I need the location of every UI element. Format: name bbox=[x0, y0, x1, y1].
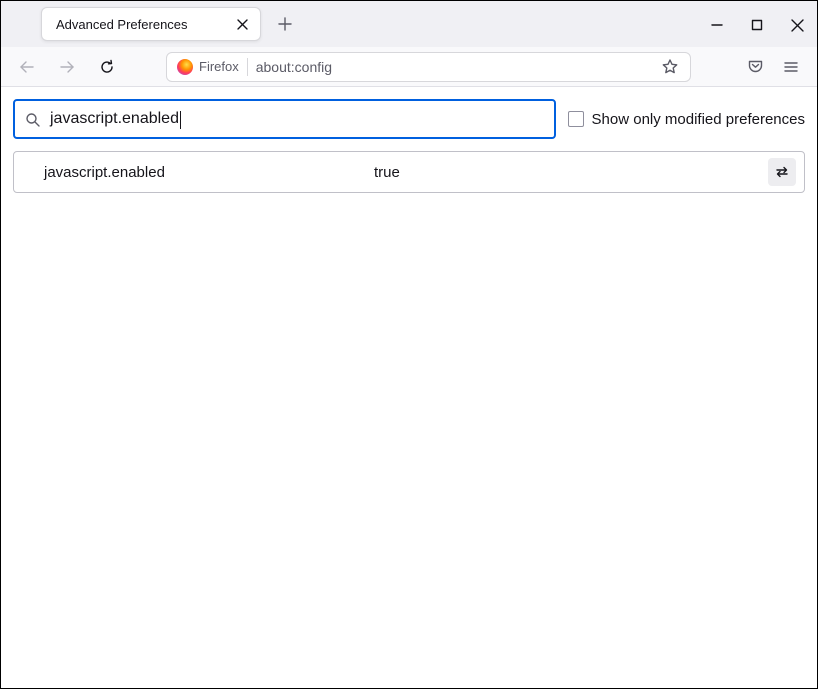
star-icon bbox=[661, 58, 679, 76]
toggle-preference-button[interactable] bbox=[768, 158, 796, 186]
show-only-modified-label: Show only modified preferences bbox=[592, 111, 805, 128]
reload-icon bbox=[99, 59, 115, 75]
toggle-icon bbox=[774, 164, 790, 180]
tab-title: Advanced Preferences bbox=[56, 17, 224, 32]
url-text: about:config bbox=[256, 59, 648, 75]
maximize-window-button[interactable] bbox=[737, 11, 777, 39]
search-icon bbox=[25, 112, 40, 127]
new-tab-button[interactable] bbox=[271, 10, 299, 38]
browser-tab[interactable]: Advanced Preferences bbox=[41, 7, 261, 41]
plus-icon bbox=[278, 17, 292, 31]
close-icon bbox=[237, 19, 248, 30]
save-to-pocket-button[interactable] bbox=[739, 51, 771, 83]
firefox-logo-icon bbox=[177, 59, 193, 75]
toolbar-end bbox=[739, 51, 807, 83]
window-titlebar: Advanced Preferences bbox=[1, 1, 817, 47]
bookmark-button[interactable] bbox=[656, 53, 684, 81]
close-tab-button[interactable] bbox=[234, 16, 250, 32]
app-menu-button[interactable] bbox=[775, 51, 807, 83]
address-bar[interactable]: Firefox about:config bbox=[166, 52, 691, 82]
pocket-icon bbox=[747, 58, 764, 75]
minimize-window-button[interactable] bbox=[697, 11, 737, 39]
search-row: javascript.enabled Show only modified pr… bbox=[13, 99, 805, 139]
preference-name: javascript.enabled bbox=[44, 164, 374, 181]
preference-row: javascript.enabled true bbox=[13, 151, 805, 193]
site-identity[interactable]: Firefox bbox=[177, 59, 239, 75]
forward-button[interactable] bbox=[51, 51, 83, 83]
aboutconfig-content: javascript.enabled Show only modified pr… bbox=[1, 87, 817, 205]
checkbox-icon bbox=[568, 111, 584, 127]
arrow-right-icon bbox=[59, 59, 75, 75]
minimize-icon bbox=[711, 19, 723, 31]
back-button[interactable] bbox=[11, 51, 43, 83]
preference-value: true bbox=[374, 164, 768, 181]
show-only-modified-toggle[interactable]: Show only modified preferences bbox=[568, 111, 805, 128]
close-icon bbox=[791, 19, 804, 32]
navigation-toolbar: Firefox about:config bbox=[1, 47, 817, 87]
window-controls bbox=[697, 1, 817, 39]
tab-strip: Advanced Preferences bbox=[1, 1, 299, 41]
arrow-left-icon bbox=[19, 59, 35, 75]
hamburger-icon bbox=[783, 59, 799, 75]
reload-button[interactable] bbox=[91, 51, 123, 83]
preference-search-input[interactable]: javascript.enabled bbox=[13, 99, 556, 139]
site-identity-label: Firefox bbox=[199, 59, 239, 74]
search-value: javascript.enabled bbox=[50, 110, 180, 128]
separator bbox=[247, 58, 248, 76]
close-window-button[interactable] bbox=[777, 11, 817, 39]
maximize-icon bbox=[751, 19, 763, 31]
